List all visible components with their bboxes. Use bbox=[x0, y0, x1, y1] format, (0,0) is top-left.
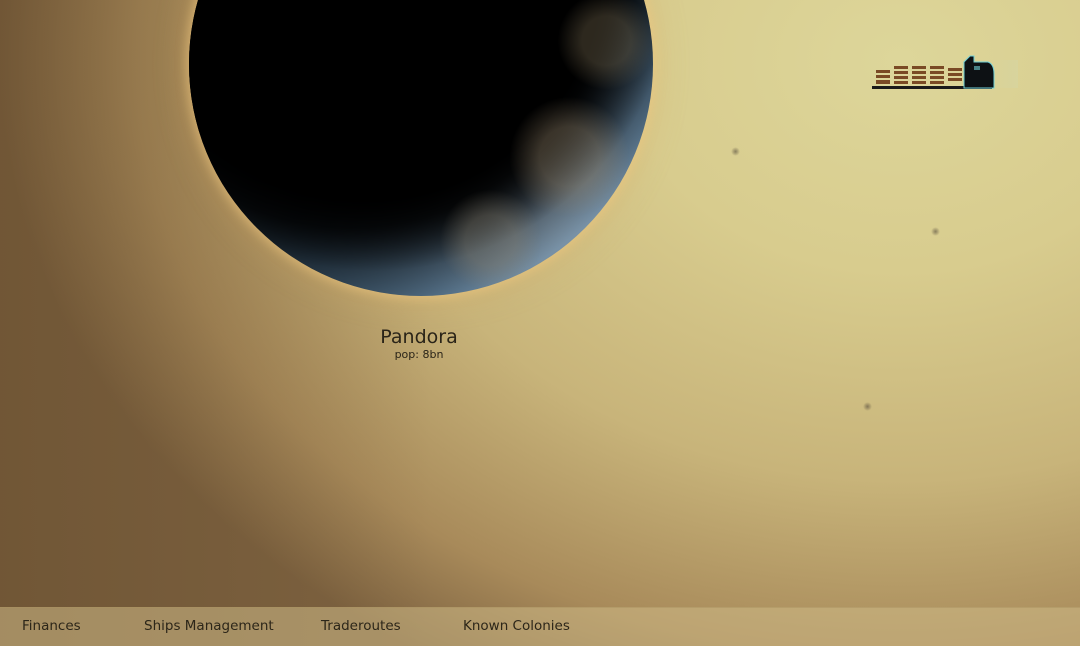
space-debris bbox=[731, 147, 740, 156]
bottom-nav-bar: Finances Ships Management Traderoutes Kn… bbox=[0, 607, 1080, 646]
nav-finances[interactable]: Finances bbox=[22, 618, 81, 634]
nav-traderoutes[interactable]: Traderoutes bbox=[321, 618, 401, 634]
planet-name: Pandora bbox=[380, 326, 458, 348]
planet-label: Pandora pop: 8bn bbox=[319, 325, 519, 361]
nav-ships-management[interactable]: Ships Management bbox=[144, 618, 274, 634]
planet-population: pop: 8bn bbox=[394, 348, 444, 361]
nav-known-colonies[interactable]: Known Colonies bbox=[463, 618, 570, 634]
space-debris bbox=[863, 402, 872, 411]
planet-surface bbox=[189, 0, 653, 296]
planet-pandora[interactable] bbox=[189, 0, 653, 296]
cargo-ship-icon[interactable] bbox=[870, 48, 1018, 94]
space-debris bbox=[931, 227, 940, 236]
